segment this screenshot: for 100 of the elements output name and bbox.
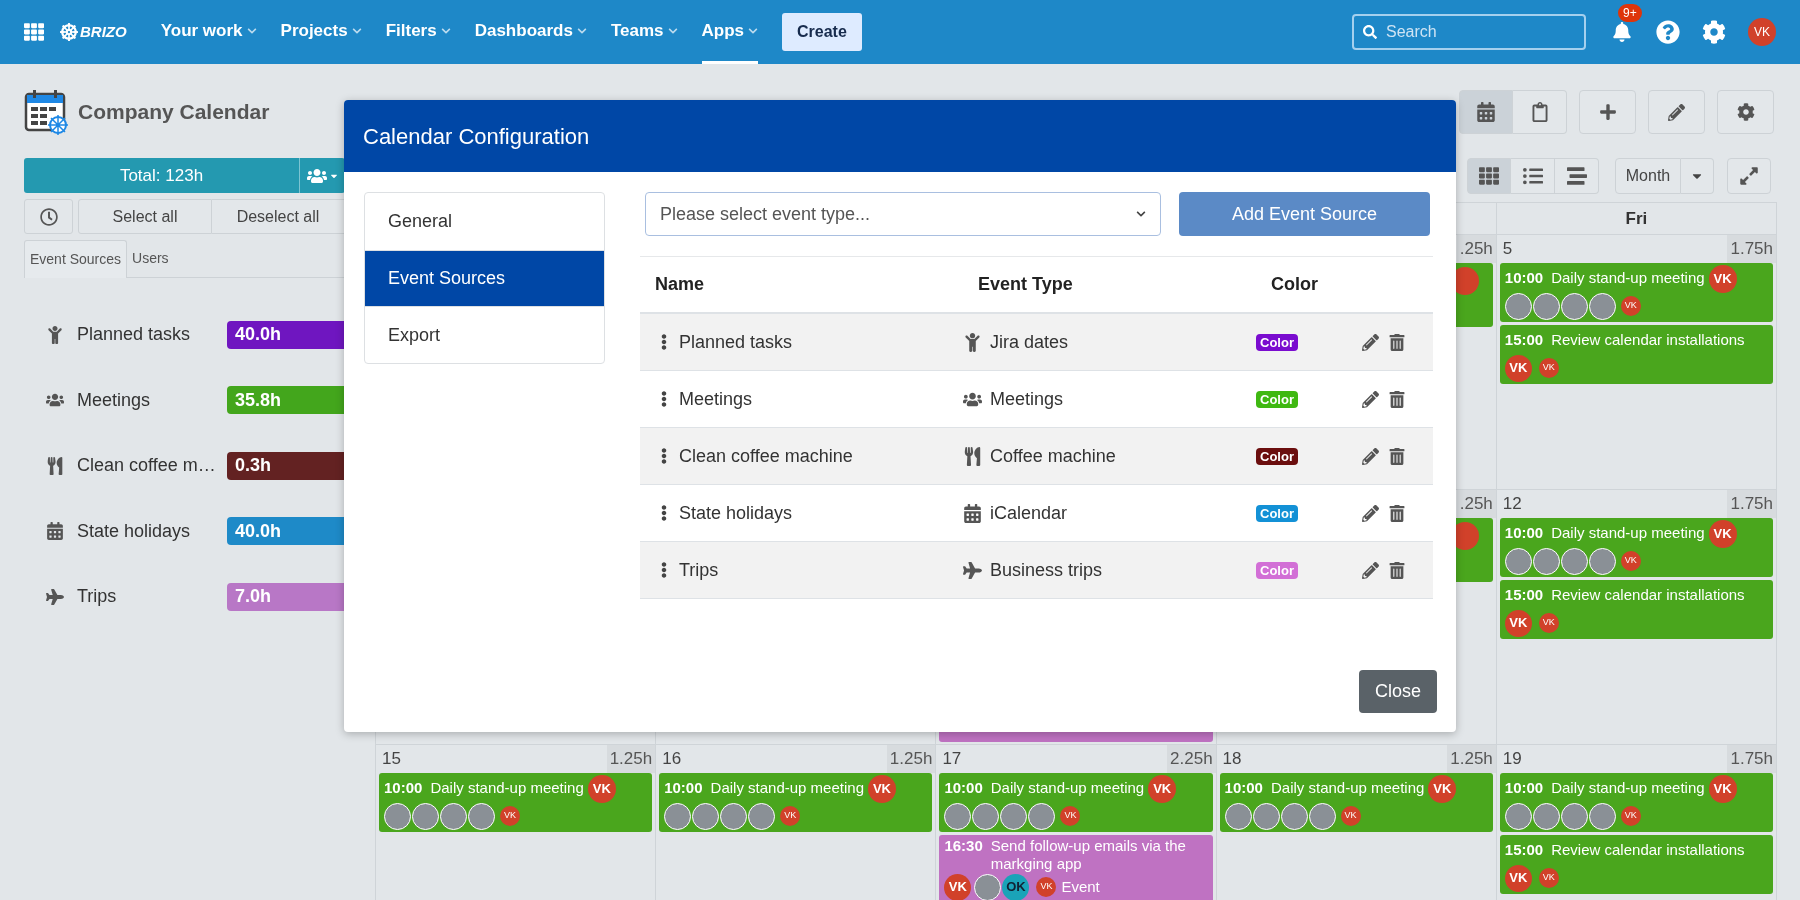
- delete-icon[interactable]: [1389, 333, 1405, 351]
- user-avatar[interactable]: VK: [1748, 18, 1776, 46]
- user-avatar: VK: [1708, 519, 1737, 548]
- delete-icon[interactable]: [1389, 561, 1405, 579]
- event-source-name[interactable]: Meetings: [77, 386, 227, 414]
- event-title: Daily stand-up meeting: [430, 778, 584, 799]
- create-button[interactable]: Create: [782, 13, 862, 51]
- nav-menu-item[interactable]: Apps: [701, 0, 759, 64]
- day-hours: 1.25h: [606, 745, 656, 773]
- settings-menu-item[interactable]: Export: [365, 306, 604, 363]
- event-block[interactable]: 10:00 Daily stand-up meeting VK VK: [1499, 773, 1773, 832]
- user-avatar: VK: [1504, 609, 1532, 637]
- event-block[interactable]: 10:00 Daily stand-up meeting VK VK: [1499, 518, 1773, 577]
- event-block[interactable]: 10:00 Daily stand-up meeting VK VK: [939, 773, 1213, 832]
- clock-button[interactable]: [24, 199, 73, 234]
- calendar-view-button[interactable]: [1459, 90, 1513, 134]
- event-title: Daily stand-up meeting: [710, 778, 864, 799]
- event-block[interactable]: 15:00 Review calendar installations VK VK: [1499, 325, 1773, 384]
- settings-icon[interactable]: [1702, 20, 1726, 44]
- event-block[interactable]: 10:00 Daily stand-up meeting VK VK: [1499, 263, 1773, 322]
- user-avatar: VK: [587, 774, 616, 803]
- sidebar-tab[interactable]: Users: [127, 240, 174, 277]
- color-badge[interactable]: Color: [1256, 448, 1298, 465]
- edit-icon[interactable]: [1362, 447, 1379, 465]
- edit-icon[interactable]: [1362, 504, 1379, 522]
- day-number: 18: [1221, 748, 1242, 771]
- add-button[interactable]: [1579, 90, 1636, 134]
- avatar-photo-placeholder: [1028, 802, 1056, 830]
- edit-icon[interactable]: [1362, 561, 1379, 579]
- event-block[interactable]: 10:00 Daily stand-up meeting VK VK: [659, 773, 933, 832]
- app-grid-icon[interactable]: [24, 22, 44, 42]
- search-field[interactable]: Search: [1352, 14, 1586, 50]
- edit-icon[interactable]: [1362, 333, 1379, 351]
- delete-icon[interactable]: [1389, 390, 1405, 408]
- range-dropdown-toggle[interactable]: [1681, 158, 1714, 194]
- edit-icon[interactable]: [1362, 390, 1379, 408]
- event-block[interactable]: 16:30 Send follow-up emails via the markging app VK OK VK Event: [939, 835, 1213, 900]
- avatar-photo-placeholder: [384, 802, 411, 830]
- helm-logo-icon: [60, 23, 78, 41]
- delete-icon[interactable]: [1389, 504, 1405, 522]
- color-badge[interactable]: Color: [1256, 505, 1298, 522]
- settings-menu-item[interactable]: General: [365, 193, 604, 250]
- avatar-photo-placeholder: [974, 873, 1002, 900]
- nav-menu-item[interactable]: Your work: [160, 0, 257, 64]
- grid-view-button[interactable]: [1467, 158, 1511, 194]
- table-cell-text: Meetings: [990, 387, 1064, 411]
- day-number: 12: [1501, 493, 1522, 516]
- day-hours: 1.25h: [1447, 745, 1496, 773]
- range-dropdown[interactable]: Month: [1615, 158, 1681, 194]
- event-source-name[interactable]: State holidays: [77, 517, 227, 545]
- event-type-select[interactable]: Please select event type...: [645, 192, 1161, 236]
- hours-bar: 7.0h: [227, 582, 345, 611]
- event-source-name[interactable]: Trips: [77, 583, 227, 611]
- color-badge[interactable]: Color: [1256, 334, 1298, 351]
- edit-button[interactable]: [1648, 90, 1705, 134]
- notification-bell-icon[interactable]: [1612, 22, 1632, 42]
- sidebar-tab[interactable]: Event Sources: [24, 240, 128, 278]
- settings-menu-item[interactable]: Event Sources: [365, 249, 604, 307]
- settings-button[interactable]: [1717, 90, 1774, 134]
- timeline-view-button[interactable]: [1555, 158, 1599, 194]
- fullscreen-button[interactable]: [1727, 158, 1771, 194]
- event-time: 10:00: [1224, 778, 1263, 799]
- table-cell-text: Meetings: [679, 387, 753, 411]
- event-title: Review calendar installations: [1551, 585, 1745, 606]
- table-cell-text: Trips: [679, 558, 719, 582]
- event-block[interactable]: 10:00 Daily stand-up meeting VK VK: [379, 773, 653, 832]
- delete-icon[interactable]: [1389, 447, 1405, 465]
- add-event-source-button[interactable]: Add Event Source: [1179, 192, 1430, 236]
- deselect-all-button[interactable]: Deselect all: [212, 199, 345, 234]
- clock-icon: [39, 207, 58, 226]
- nav-menu-item[interactable]: Teams: [610, 0, 678, 64]
- avatar-photo-placeholder: [468, 802, 495, 830]
- help-icon[interactable]: [1656, 20, 1680, 44]
- clipboard-view-button[interactable]: [1513, 90, 1567, 134]
- event-block[interactable]: 15:00 Review calendar installations VK VK: [1499, 835, 1773, 894]
- expand-icon: [1739, 166, 1759, 186]
- dialog-title: Calendar Configuration: [363, 122, 590, 151]
- user-avatar: VK: [1538, 868, 1559, 888]
- nav-menu-item[interactable]: Filters: [385, 0, 451, 64]
- color-badge[interactable]: Color: [1256, 391, 1298, 408]
- event-title: Review calendar installations: [1551, 330, 1745, 351]
- user-avatar: VK: [1504, 354, 1532, 382]
- event-title: Daily stand-up meeting: [1270, 778, 1425, 799]
- select-all-button[interactable]: Select all: [78, 199, 212, 234]
- event-block[interactable]: 10:00 Daily stand-up meeting VK VK: [1219, 773, 1493, 832]
- event-source-name[interactable]: Clean coffee m…: [77, 452, 227, 480]
- nav-menu-item[interactable]: Projects: [280, 0, 362, 64]
- event-source-name[interactable]: Planned tasks: [77, 321, 227, 349]
- event-block[interactable]: 15:00 Review calendar installations VK VK: [1499, 580, 1773, 639]
- list-view-button[interactable]: [1511, 158, 1555, 194]
- pencil-icon: [1668, 103, 1685, 121]
- nav-menu-item[interactable]: Dashboards: [474, 0, 587, 64]
- avatar-photo-placeholder: [748, 802, 776, 830]
- color-badge[interactable]: Color: [1256, 562, 1298, 579]
- brand-logo[interactable]: BRIZO: [80, 20, 127, 44]
- weekday-header: Fri: [1625, 207, 1648, 230]
- avatar-photo-placeholder: [664, 802, 692, 830]
- user-avatar: VK: [1538, 613, 1559, 633]
- day-hours: 1.75h: [1727, 490, 1776, 518]
- close-button[interactable]: Close: [1359, 670, 1437, 713]
